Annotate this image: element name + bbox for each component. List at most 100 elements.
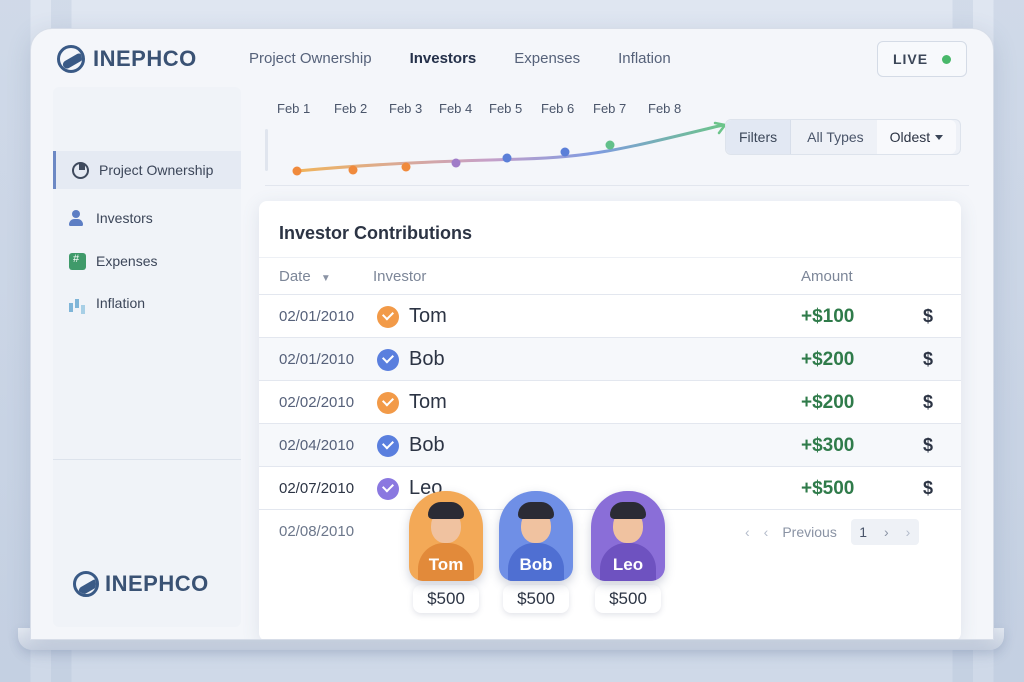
row-amount: +$100 (801, 306, 855, 327)
investor-avatar-card-bob[interactable]: Bob $500 (499, 491, 573, 613)
main-nav: Project Ownership Investors Expenses Inf… (249, 50, 671, 67)
nav-tab-inflation[interactable]: Inflation (618, 50, 671, 67)
avatar-amount: $500 (595, 585, 661, 613)
column-header-date[interactable]: Date ▼ (279, 268, 331, 285)
timeline-point[interactable] (502, 153, 512, 163)
filters-button[interactable]: Filters (726, 120, 792, 154)
sidebar-item-expenses[interactable]: Expenses (53, 242, 241, 280)
column-header-investor[interactable]: Investor (373, 268, 426, 285)
avatar: Leo (591, 491, 665, 581)
page-selector[interactable]: 1 › › (850, 519, 919, 545)
first-page-icon[interactable]: ‹ (745, 524, 750, 540)
investor-avatar-card-leo[interactable]: Leo $500 (591, 491, 665, 613)
footer-date: 02/08/2010 (279, 523, 355, 540)
filter-toolbar: Filters All Types Oldest (725, 119, 961, 155)
nav-tab-expenses[interactable]: Expenses (514, 50, 580, 67)
sidebar-item-label: Expenses (96, 253, 158, 269)
table-header: Date ▼ Investor Amount (259, 257, 961, 295)
row-investor: Bob (409, 348, 445, 370)
check-badge-icon (377, 478, 399, 500)
row-date: 02/01/2010 (279, 351, 355, 368)
sidebar-item-label: Inflation (96, 295, 146, 311)
top-navigation-bar: INEPHCO Project Ownership Investors Expe… (31, 29, 993, 91)
last-page-icon[interactable]: › (906, 524, 911, 540)
table-row[interactable]: 02/01/2010 Tom +$100 $ (259, 295, 961, 338)
sort-arrow-icon: ▼ (320, 273, 331, 284)
pie-chart-icon (72, 161, 89, 179)
column-header-date-label: Date (279, 268, 311, 285)
table-row[interactable]: 02/02/2010 Tom +$200 $ (259, 381, 961, 424)
timeline-point[interactable] (560, 147, 570, 157)
row-investor: Tom (409, 391, 447, 413)
sidebar-item-project-ownership[interactable]: Project Ownership (53, 151, 241, 189)
timeline-point[interactable] (451, 158, 461, 168)
sidebar-brand-logo: INEPHCO (73, 571, 209, 597)
chevron-left-icon[interactable]: ‹ (764, 524, 769, 540)
type-filter-dropdown[interactable]: All Types (791, 120, 877, 154)
sidebar-item-investors[interactable]: Investors (53, 199, 241, 237)
row-investor: Bob (409, 434, 445, 456)
timeline-axis (265, 185, 969, 186)
brand-logo-icon (57, 45, 85, 73)
avatar: Tom (409, 491, 483, 581)
row-currency: $ (923, 435, 934, 455)
row-amount: +$200 (801, 392, 855, 413)
table-row[interactable]: 02/01/2010 Bob +$200 $ (259, 338, 961, 381)
timeline-point[interactable] (605, 140, 615, 150)
investor-avatar-card-tom[interactable]: Tom $500 (409, 491, 483, 613)
row-date: 02/04/2010 (279, 437, 355, 454)
avatar-amount: $500 (503, 585, 569, 613)
column-header-amount[interactable]: Amount (801, 268, 853, 285)
bar-chart-icon (69, 295, 86, 312)
sidebar-item-label: Investors (96, 210, 153, 226)
nav-tab-investors[interactable]: Investors (410, 50, 477, 67)
sidebar-brand-name: INEPHCO (105, 571, 209, 596)
current-page-number: 1 (859, 524, 868, 540)
row-amount: +$500 (801, 478, 855, 499)
row-investor: Tom (409, 305, 447, 327)
row-amount: +$300 (801, 435, 855, 456)
sort-dropdown[interactable]: Oldest (876, 120, 957, 154)
live-label: LIVE (892, 51, 929, 67)
user-icon (69, 209, 86, 227)
check-badge-icon (377, 435, 399, 457)
nav-tab-project-ownership[interactable]: Project Ownership (249, 50, 372, 67)
avatar-name: Leo (612, 555, 644, 574)
row-currency: $ (923, 306, 934, 326)
sidebar-divider (53, 459, 241, 460)
avatar-hair (610, 502, 646, 519)
row-amount: +$200 (801, 349, 855, 370)
brand-logo-icon (73, 571, 99, 597)
avatar-hair (428, 502, 464, 519)
card-title: Investor Contributions (279, 223, 472, 243)
row-date: 02/07/2010 (279, 480, 355, 497)
previous-page-button[interactable]: Previous (782, 524, 836, 540)
avatar-name: Tom (428, 555, 464, 574)
timeline-point[interactable] (401, 162, 411, 172)
table-row[interactable]: 02/04/2010 Bob +$300 $ (259, 424, 961, 467)
row-currency: $ (923, 349, 934, 369)
row-currency: $ (923, 478, 934, 498)
pagination: ‹ ‹ Previous 1 › › (745, 519, 919, 545)
chevron-down-icon (935, 134, 944, 140)
brand-name: INEPHCO (93, 46, 197, 71)
row-currency: $ (923, 392, 934, 412)
live-indicator-dot-icon (942, 54, 952, 64)
row-date: 02/01/2010 (279, 308, 355, 325)
timeline-point[interactable] (348, 165, 358, 175)
sort-dropdown-label: Oldest (889, 129, 931, 145)
avatar-name: Bob (519, 555, 553, 574)
avatar-amount: $500 (413, 585, 479, 613)
sidebar: Project Ownership Investors Expenses Inf… (53, 87, 241, 627)
check-badge-icon (377, 306, 399, 328)
check-badge-icon (377, 392, 399, 414)
chevron-right-icon[interactable]: › (884, 524, 889, 540)
sidebar-item-inflation[interactable]: Inflation (53, 284, 241, 322)
timeline-point[interactable] (292, 166, 302, 176)
ledger-icon (69, 252, 86, 270)
check-badge-icon (377, 349, 399, 371)
avatar-hair (518, 502, 554, 519)
live-status-badge[interactable]: LIVE (877, 41, 967, 77)
avatar: Bob (499, 491, 573, 581)
brand-logo[interactable]: INEPHCO (57, 45, 197, 73)
